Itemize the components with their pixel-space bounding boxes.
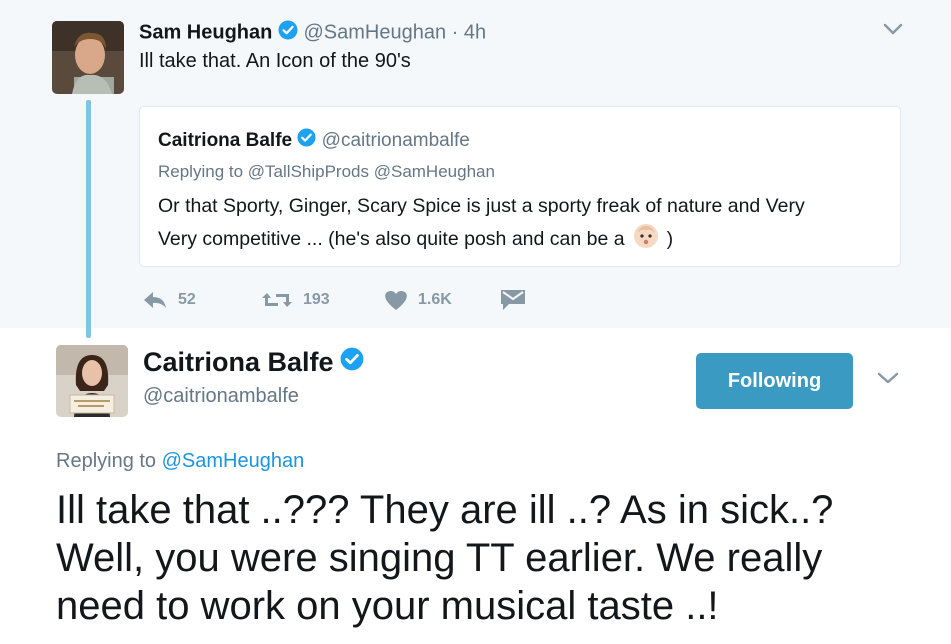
top-tweet-text: Ill take that. An Icon of the 90's [139,50,411,72]
quoted-tweet-text-line1: Or that Sporty, Ginger, Scary Spice is j… [158,195,805,217]
retweet-count: 193 [303,291,330,308]
main-author-row: Caitriona Balfe [143,346,364,378]
envelope-icon [500,288,536,312]
like-button[interactable]: 1.6K [384,286,452,314]
caitriona-avatar[interactable] [56,345,128,417]
chevron-down-icon[interactable] [883,22,903,41]
reply-count: 52 [178,291,196,308]
main-author-handle[interactable]: @caitrionambalfe [143,384,299,408]
baby-face-emoji-icon [633,223,659,255]
main-tweet-text-line2: Well, you were singing TT earlier. We re… [56,536,823,580]
main-replying-to: Replying to @SamHeughan [56,449,304,473]
verified-badge-icon [340,346,364,378]
quoted-replying-handles: @TallShipProds @SamHeughan [247,162,495,181]
retweet-icon [261,290,303,310]
main-tweet-text-line1: Ill take that ..??? They are ill ..? As … [56,488,834,532]
quoted-tweet-header: Caitriona Balfe @caitrionambalfe [158,128,470,154]
main-tweet-text-line3: need to work on your musical taste ..! [56,584,719,628]
top-author-handle[interactable]: @SamHeughan [303,21,446,43]
quoted-author-name: Caitriona Balfe [158,130,293,152]
like-count: 1.6K [418,291,452,308]
sam-avatar[interactable] [52,21,124,94]
reply-icon [142,290,178,310]
main-replying-prefix: Replying to [56,450,157,472]
top-tweet-time[interactable]: · 4h [452,21,486,43]
main-replying-handle[interactable]: @SamHeughan [162,450,305,472]
verified-badge-icon [278,20,298,46]
reply-button[interactable]: 52 [142,286,196,314]
quoted-text-end: ) [666,228,674,250]
quoted-text-line2-body: Very competitive ... (he's also quite po… [158,228,625,250]
main-author-name[interactable]: Caitriona Balfe [143,346,334,378]
retweet-button[interactable]: 193 [261,286,330,314]
top-author-name[interactable]: Sam Heughan [139,21,272,43]
thread-connector-line [86,100,91,338]
quoted-tweet-text-line2: Very competitive ... (he's also quite po… [158,223,673,255]
direct-message-button[interactable] [500,286,536,314]
quoted-replying-to: Replying to @TallShipProds @SamHeughan [158,161,495,183]
heart-icon [384,289,418,311]
top-tweet-header: Sam Heughan @SamHeughan · 4h [139,20,486,46]
chevron-down-icon[interactable] [877,371,899,390]
quoted-replying-prefix: Replying to [158,162,244,181]
following-button[interactable]: Following [696,353,853,409]
verified-badge-icon [297,128,316,154]
quoted-author-handle: @caitrionambalfe [321,130,470,152]
